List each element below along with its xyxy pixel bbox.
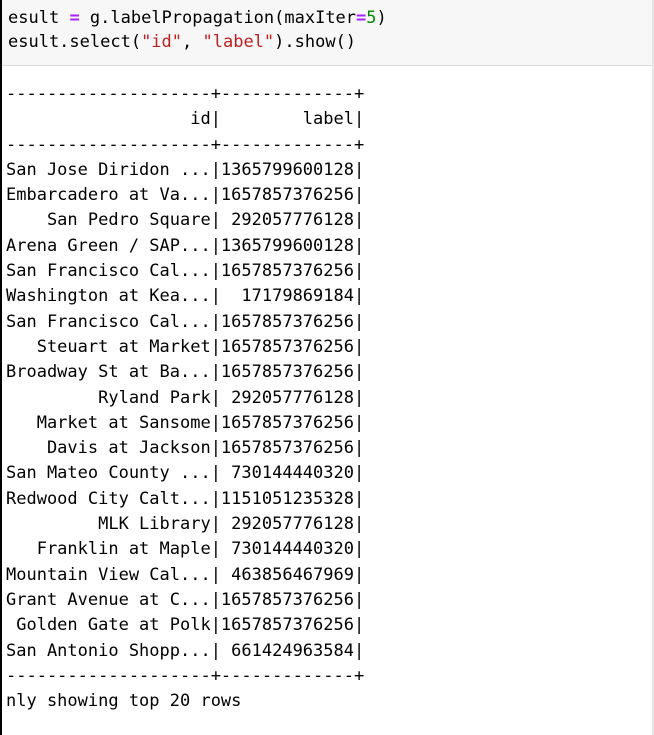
table-border-bottom: --------------------+-------------+ xyxy=(6,665,365,686)
code-token-kwarg-op: = xyxy=(356,8,367,28)
table-row: Franklin at Maple| 730144440320| xyxy=(6,539,365,560)
code-token-show: ).show() xyxy=(274,32,357,52)
table-row: Market at Sansome|1657857376256| xyxy=(6,412,365,433)
table-border-top: --------------------+-------------+ xyxy=(6,84,365,104)
code-token-assign: = xyxy=(69,8,80,28)
table-border-mid: --------------------+-------------+ xyxy=(6,134,365,155)
table-row: San Antonio Shopp...| 661424963584| xyxy=(6,640,365,661)
table-row: MLK Library| 292057776128| xyxy=(6,514,365,535)
table-row: Steuart at Market|1657857376256| xyxy=(6,336,365,357)
table-row: Redwood City Calt...|1151051235328| xyxy=(6,488,365,509)
table-row: Davis at Jackson|1657857376256| xyxy=(6,438,365,459)
table-row: San Francisco Cal...|1657857376256| xyxy=(6,261,365,282)
code-line-1[interactable]: esult = g.labelPropagation(maxIter=5) xyxy=(8,7,387,29)
table-row: Ryland Park| 292057776128| xyxy=(6,387,365,408)
code-token-number: 5 xyxy=(366,8,377,28)
code-token-call: g.labelPropagation(maxIter xyxy=(79,8,357,28)
table-footer-note: nly showing top 20 rows xyxy=(6,691,242,712)
code-token-string-id: "id" xyxy=(141,32,183,52)
table-row: San Francisco Cal...|1657857376256| xyxy=(6,311,365,332)
code-line-2[interactable]: esult.select("id", "label").show() xyxy=(8,31,356,53)
output-area: --------------------+-------------+ id| … xyxy=(6,82,364,714)
table-row: Arena Green / SAP...|1365799600128| xyxy=(6,235,365,256)
table-header: id| label| xyxy=(6,109,365,130)
code-token-select: esult.select( xyxy=(8,32,142,52)
table-row: San Pedro Square| 292057776128| xyxy=(6,210,365,231)
code-input-cell[interactable]: esult = g.labelPropagation(maxIter=5) es… xyxy=(2,0,652,66)
table-row: Golden Gate at Polk|1657857376256| xyxy=(6,615,365,636)
code-token-var: esult xyxy=(8,8,60,28)
cell-left-border xyxy=(0,0,2,735)
table-row: San Jose Diridon ...|1365799600128| xyxy=(6,159,365,180)
code-token-close: ) xyxy=(376,8,387,28)
table-row: San Mateo County ...| 730144440320| xyxy=(6,463,365,484)
table-row: Embarcadero at Va...|1657857376256| xyxy=(6,185,365,206)
code-token-string-label: "label" xyxy=(202,32,275,52)
code-token-sep: , xyxy=(182,32,203,52)
table-row: Mountain View Cal...| 463856467969| xyxy=(6,564,365,585)
table-row: Broadway St at Ba...|1657857376256| xyxy=(6,362,365,383)
table-row: Grant Avenue at C...|1657857376256| xyxy=(6,589,365,610)
table-row: Washington at Kea...| 17179869184| xyxy=(6,286,365,307)
